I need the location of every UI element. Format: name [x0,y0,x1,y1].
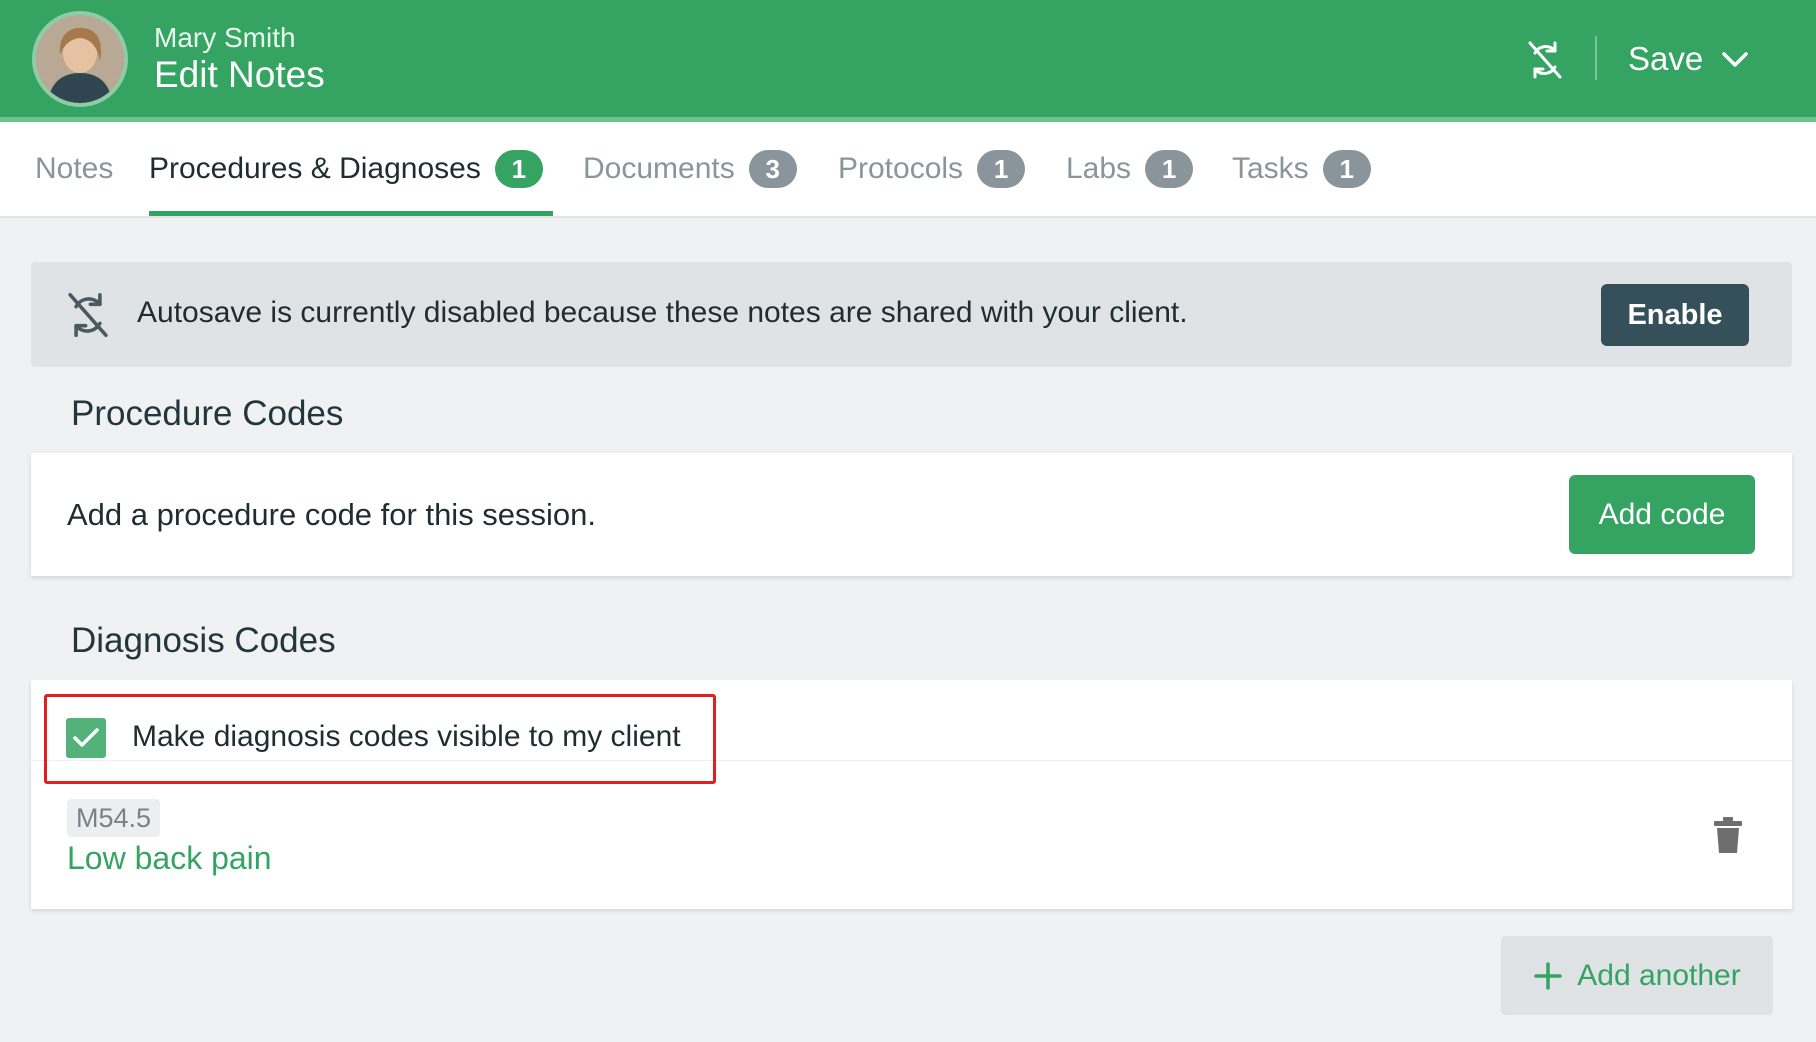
tab-count-badge: 3 [748,150,797,188]
add-code-button[interactable]: Add code [1569,475,1755,554]
tab-procedures-diagnoses[interactable]: Procedures & Diagnoses 1 [149,122,553,216]
procedure-prompt: Add a procedure code for this session. [67,497,597,532]
app-header: Mary Smith Edit Notes Save [0,0,1816,122]
page-title: Edit Notes [154,54,325,95]
tab-label: Notes [35,152,114,185]
diagnosis-code-chip: M54.5 [67,799,161,837]
diagnosis-description-link[interactable]: Low back pain [67,840,272,877]
save-button[interactable]: Save [1612,32,1762,86]
diagnosis-codes-heading: Diagnosis Codes [71,621,336,660]
client-visibility-checkbox[interactable] [66,718,106,758]
procedure-codes-heading: Procedure Codes [71,394,344,433]
procedure-codes-card: Add a procedure code for this session. A… [31,453,1792,576]
tab-label: Protocols [838,152,964,185]
save-label: Save [1628,40,1704,77]
sync-off-icon [1528,41,1562,79]
plus-icon [1534,961,1563,990]
tab-tasks[interactable]: Tasks 1 [1232,122,1371,216]
autosave-message: Autosave is currently disabled because t… [137,296,1188,329]
chevron-down-icon [1722,52,1748,67]
checkmark-icon [73,728,99,747]
add-another-label: Add another [1577,958,1741,992]
delete-diagnosis-button[interactable] [1710,815,1746,855]
header-divider [1595,36,1597,80]
sync-off-icon [68,292,108,338]
tab-count-badge: 1 [1322,150,1371,188]
add-another-button[interactable]: Add another [1501,936,1773,1015]
tab-count-badge: 1 [977,150,1026,188]
tab-notes[interactable]: Notes [35,122,113,216]
enable-autosave-button[interactable]: Enable [1601,284,1749,346]
tab-label: Procedures & Diagnoses [149,152,481,185]
tab-count-badge: 1 [1145,150,1194,188]
trash-icon [1714,817,1742,853]
tab-labs[interactable]: Labs 1 [1066,122,1194,216]
tab-protocols[interactable]: Protocols 1 [838,122,1026,216]
diagnosis-codes-card: Make diagnosis codes visible to my clien… [31,680,1792,909]
tab-count-badge: 1 [494,150,543,188]
tab-label: Tasks [1232,152,1309,185]
tab-label: Labs [1066,152,1132,185]
avatar[interactable] [32,11,128,107]
autosave-banner: Autosave is currently disabled because t… [31,262,1792,367]
patient-name: Mary Smith [154,22,296,53]
tab-label: Documents [583,152,735,185]
autosave-toggle-button[interactable] [1520,36,1570,84]
tab-documents[interactable]: Documents 3 [583,122,797,216]
client-visibility-label[interactable]: Make diagnosis codes visible to my clien… [132,720,681,754]
tab-bar: Notes Procedures & Diagnoses 1 Documents… [0,122,1816,218]
